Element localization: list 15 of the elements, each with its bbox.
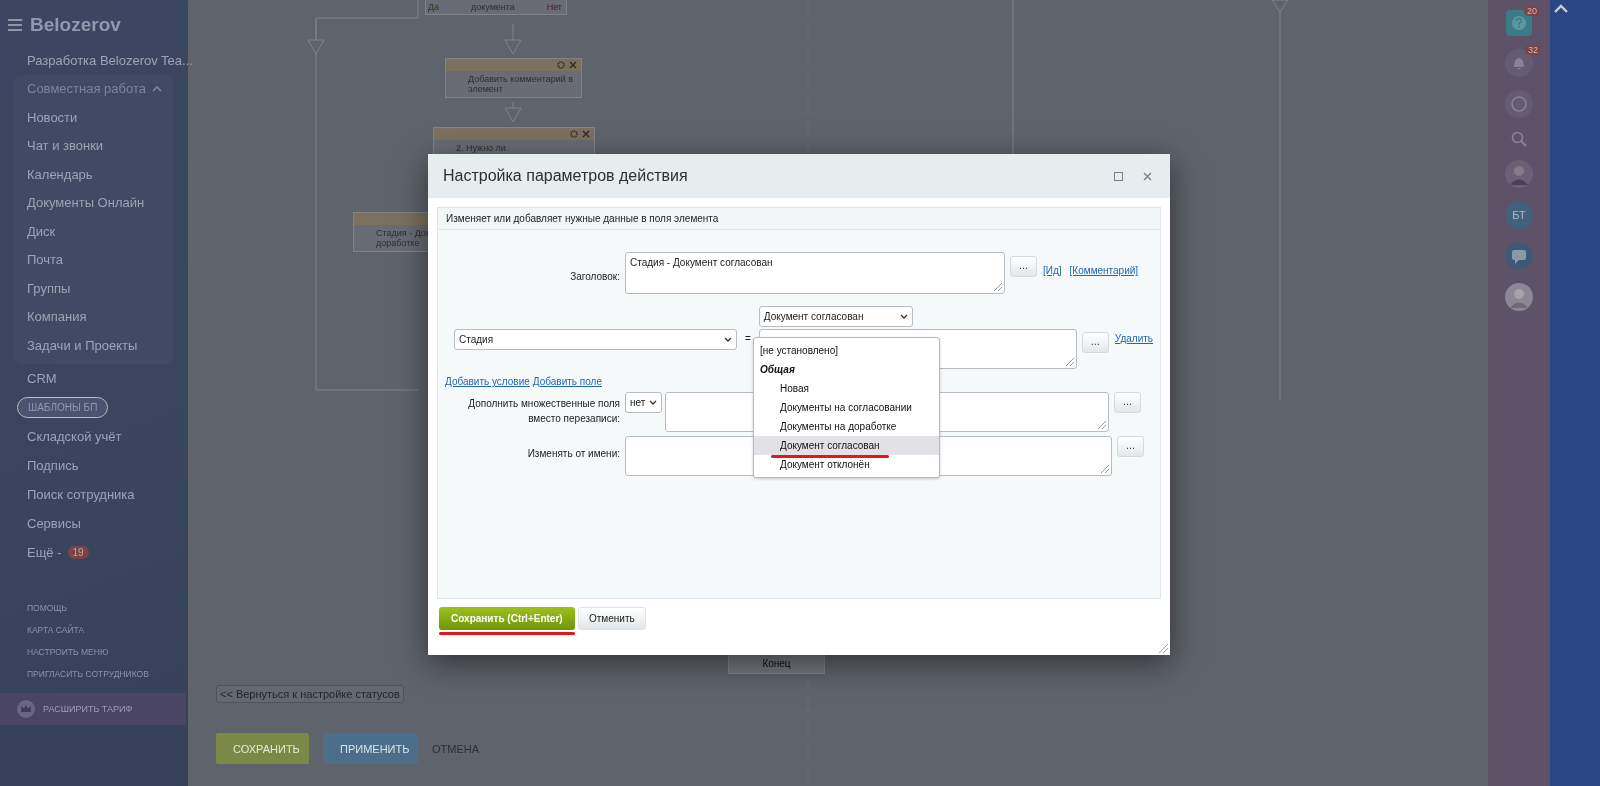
field-label: Дополнить множественные поля вместо перезаписи: <box>467 397 621 426</box>
counter-badge: 19 <box>67 546 89 559</box>
branch-label: Да <box>428 2 440 12</box>
field-label: Изменять от имени: <box>526 448 621 459</box>
dialog-title: Настройка параметров действия <box>443 167 688 185</box>
operator-label: = <box>745 333 751 344</box>
node-label: Конец <box>762 659 791 669</box>
counter-badge: 32 <box>1525 45 1541 55</box>
node-label: Добавить комментарий в элемент <box>468 74 574 94</box>
option-group-label: Общая <box>759 363 796 377</box>
dialog-description: Изменяет или добавляет нужные данные в поля элемента <box>438 208 1160 230</box>
node-label: документа <box>470 2 515 12</box>
field-label: Заголовок: <box>569 271 621 282</box>
counter-badge: 20 <box>1524 6 1540 16</box>
branch-label: Нет <box>546 2 562 12</box>
